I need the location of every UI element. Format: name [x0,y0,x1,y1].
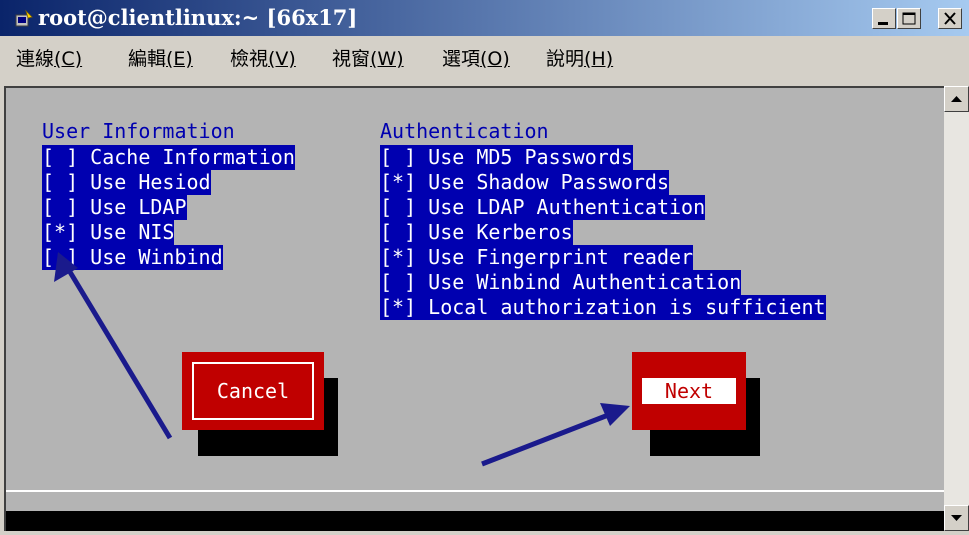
checkbox-mark: [ ] [42,170,79,194]
checkbox-use-hesiod[interactable]: [ ] Use Hesiod [42,170,211,195]
option-label: Use NIS [90,220,175,244]
terminal-screen[interactable]: User Information Authentication [ ] Cach… [4,86,944,531]
checkbox-mark: [ ] [380,145,417,169]
checkbox-mark: [*] [380,245,417,269]
next-button-frame: Next [642,378,736,404]
option-label: Use Winbind [90,245,223,269]
cancel-button[interactable]: Cancel [182,352,324,430]
minimize-button[interactable] [872,8,896,29]
checkbox-mark: [ ] [42,195,79,219]
scroll-up-button[interactable] [944,86,969,112]
menu-window[interactable]: 視窗(W) [332,48,404,70]
user-info-heading: User Information [42,119,235,143]
checkbox-local-authorization-sufficient[interactable]: [*] Local authorization is sufficient [380,295,826,320]
authentication-heading: Authentication [380,119,549,143]
checkbox-use-fingerprint-reader[interactable]: [*] Use Fingerprint reader [380,245,694,270]
checkbox-use-ldap[interactable]: [ ] Use LDAP [42,195,187,220]
checkbox-mark: [*] [42,220,79,244]
checkbox-mark: [ ] [380,195,417,219]
checkbox-mark: [*] [380,295,417,319]
down-arrow-icon [951,515,962,521]
option-label: Use Fingerprint reader [428,245,694,269]
next-button[interactable]: Next [632,352,746,430]
option-label: Use LDAP [90,195,187,219]
option-label: Use Hesiod [90,170,211,194]
status-line [6,511,944,531]
vertical-scrollbar[interactable] [944,86,969,531]
title-bar: root@clientlinux:~ [66x17] [0,0,969,36]
checkbox-use-shadow-passwords[interactable]: [*] Use Shadow Passwords [380,170,669,195]
menu-connection[interactable]: 連線(C) [16,48,82,70]
maximize-icon [902,12,916,25]
putty-icon [15,9,33,27]
menu-options[interactable]: 選項(O) [442,48,510,70]
checkbox-cache-information[interactable]: [ ] Cache Information [42,145,295,170]
scroll-down-button[interactable] [944,505,969,531]
status-separator [6,490,944,492]
menu-bar: 連線(C) 編輯(E) 檢視(V) 視窗(W) 選項(O) 說明(H) [0,36,969,82]
option-label: Use Kerberos [428,220,573,244]
checkbox-mark: [ ] [380,220,417,244]
checkbox-mark: [ ] [380,270,417,294]
window-title: root@clientlinux:~ [66x17] [38,5,358,30]
option-label: Cache Information [90,145,295,169]
checkbox-use-ldap-authentication[interactable]: [ ] Use LDAP Authentication [380,195,706,220]
checkbox-use-winbind[interactable]: [ ] Use Winbind [42,245,223,270]
checkbox-mark: [ ] [42,145,79,169]
minimize-icon [878,22,888,25]
option-label: Use LDAP Authentication [428,195,706,219]
menu-help[interactable]: 說明(H) [546,48,613,70]
option-label: Use MD5 Passwords [428,145,633,169]
option-label: Use Winbind Authentication [428,270,742,294]
checkbox-use-winbind-authentication[interactable]: [ ] Use Winbind Authentication [380,270,742,295]
cancel-button-label: Cancel [216,379,290,403]
menu-edit[interactable]: 編輯(E) [128,48,193,70]
checkbox-use-nis[interactable]: [*] Use NIS [42,220,175,245]
checkbox-mark: [ ] [42,245,79,269]
option-label: Local authorization is sufficient [428,295,826,319]
checkbox-use-kerberos[interactable]: [ ] Use Kerberos [380,220,573,245]
checkbox-mark: [*] [380,170,417,194]
option-label: Use Shadow Passwords [428,170,669,194]
cancel-button-frame: Cancel [192,362,314,420]
close-button[interactable] [938,8,962,29]
maximize-button[interactable] [897,8,921,29]
next-button-label: Next [664,379,714,403]
checkbox-use-md5-passwords[interactable]: [ ] Use MD5 Passwords [380,145,633,170]
close-icon [944,12,956,25]
menu-view[interactable]: 檢視(V) [230,48,296,70]
up-arrow-icon [951,96,962,102]
